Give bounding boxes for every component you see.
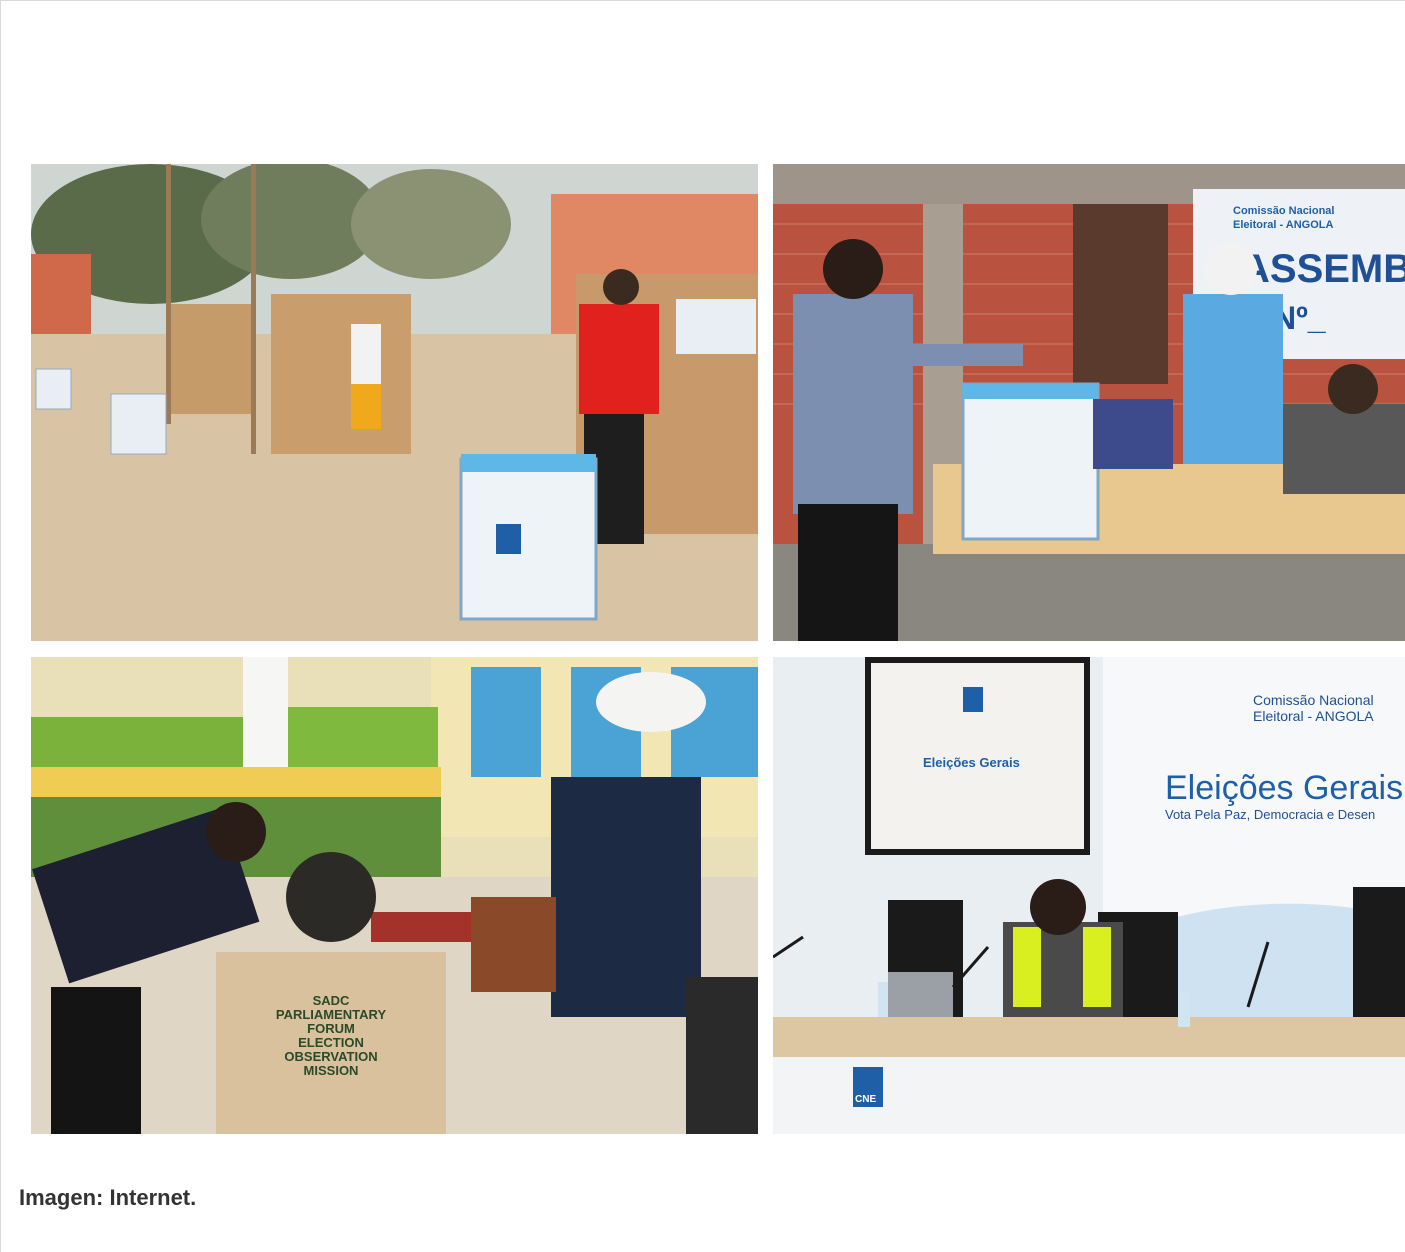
photo-voter-casting-ballot: Comissão Nacional Eleitoral - ANGOLA ASS… xyxy=(773,164,1405,641)
wall-line2: Eleitoral - ANGOLA xyxy=(1253,708,1374,724)
vest-line: ELECTION xyxy=(298,1035,364,1050)
wall-line1: Comissão Nacional xyxy=(1253,692,1374,708)
banner-line2: Eleitoral - ANGOLA xyxy=(1233,219,1333,231)
vest-line: SADC xyxy=(313,993,350,1008)
wall-slogan: Vota Pela Paz, Democracia e Desen xyxy=(1165,807,1375,822)
photo-observers-at-table: SADC PARLIAMENTARY FORUM ELECTION OBSERV… xyxy=(31,657,758,1134)
wall-title: Eleições Gerais xyxy=(1165,769,1403,807)
banner-line1: Comissão Nacional xyxy=(1233,205,1334,217)
vest-line: FORUM xyxy=(307,1021,355,1036)
photo-outdoor-polling-station xyxy=(31,164,758,641)
vest-line: MISSION xyxy=(304,1063,359,1078)
desk-logo: CNE xyxy=(855,1094,876,1105)
image-caption: Imagen: Internet. xyxy=(19,1185,197,1210)
screen-title: Eleições Gerais xyxy=(923,755,1020,770)
banner-big-text: ASSEMBLE xyxy=(1241,247,1405,291)
photo-press-conference: Eleições Gerais Comissão Nacional Eleito… xyxy=(773,657,1405,1134)
vest-line: PARLIAMENTARY xyxy=(276,1007,387,1022)
vest-line: OBSERVATION xyxy=(284,1049,377,1064)
